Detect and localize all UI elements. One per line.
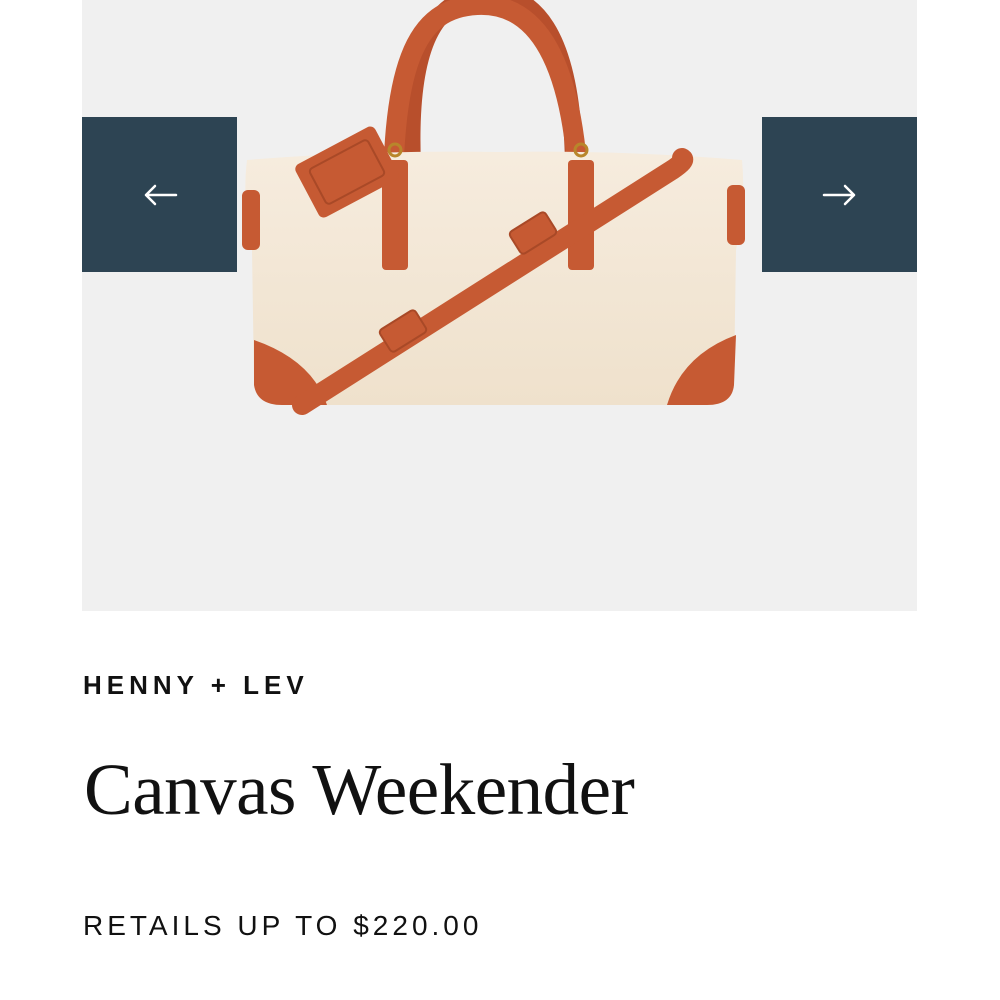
- product-brand[interactable]: HENNY + LEV: [83, 670, 309, 701]
- arrow-left-icon: [144, 184, 177, 205]
- gallery-prev-button[interactable]: [82, 117, 237, 272]
- product-image: [242, 0, 745, 415]
- product-page: HENNY + LEV Canvas Weekender RETAILS UP …: [0, 0, 1000, 1000]
- arrow-right-icon: [822, 184, 855, 205]
- product-title: Canvas Weekender: [84, 749, 635, 830]
- gallery-next-button[interactable]: [762, 117, 917, 272]
- product-gallery: [82, 0, 917, 611]
- product-price: RETAILS UP TO $220.00: [83, 910, 483, 941]
